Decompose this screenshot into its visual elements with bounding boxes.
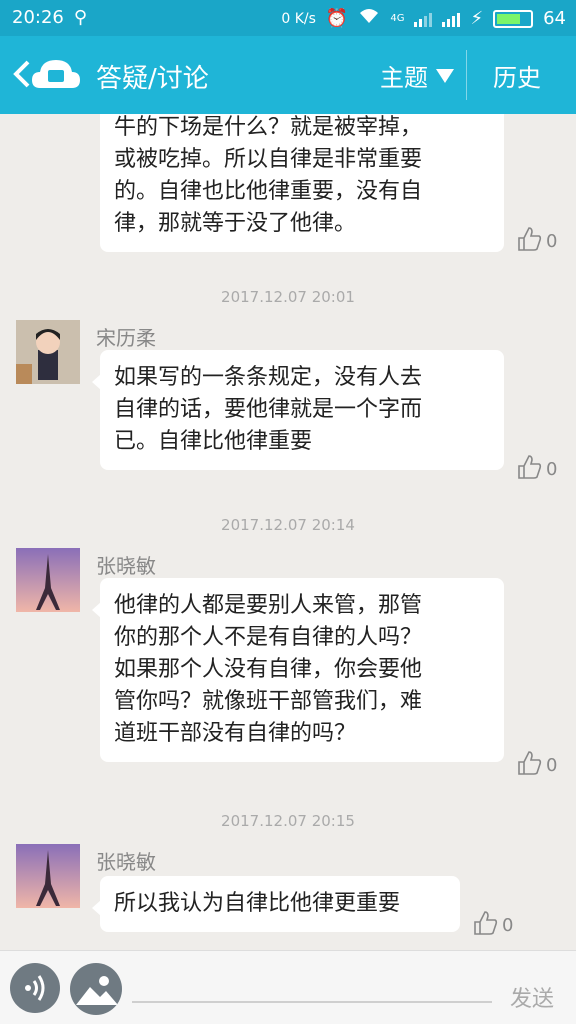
author-name: 张晓敏 [96, 554, 156, 578]
like-button[interactable]: 0 [472, 910, 513, 941]
clock: 20:26 [12, 7, 64, 28]
thumbs-up-icon [516, 750, 542, 781]
cloud-logo-icon [30, 54, 82, 94]
signal-icon-2 [442, 11, 461, 27]
appbar-divider [466, 50, 467, 100]
topic-label: 主题 [380, 64, 428, 92]
message-line: 已。自律比他律重要 [114, 429, 313, 454]
message-line: 或被吃掉。所以自律是非常重要 [114, 147, 423, 172]
alarm-icon: ⏰ [325, 8, 349, 29]
message-bubble: 如果写的一条条规定，没有人去 自律的话，要他律就是一个字而 已。自律比他律重要 [92, 350, 504, 470]
author-name: 张晓敏 [96, 850, 156, 874]
message-line: 他律的人都是要别人来管，那管 [114, 593, 423, 618]
history-button[interactable]: 历史 [493, 58, 541, 93]
page-title: 答疑/讨论 [96, 64, 209, 94]
message-line: 管你吗？就像班干部管我们，难 [114, 689, 423, 714]
battery-level: 64 [543, 8, 566, 29]
voice-button[interactable] [10, 963, 60, 1013]
like-count: 0 [546, 459, 558, 480]
message-bubble: 他律的人都是要别人来管，那管 你的那个人不是有自律的人吗？ 如果那个人没有自律，… [92, 578, 504, 762]
like-count: 0 [546, 231, 558, 252]
message-line: 道班干部没有自律的吗？ [114, 721, 357, 746]
message-input[interactable] [132, 1001, 492, 1003]
image-button[interactable] [70, 963, 122, 1015]
voice-icon [25, 975, 45, 1001]
battery-icon [493, 9, 534, 28]
bubble-tail [92, 602, 101, 618]
message-line: 律，那就等于没了他律。 [114, 211, 357, 236]
charging-icon: ⚡ [470, 8, 484, 29]
like-count: 0 [502, 915, 514, 936]
avatar[interactable] [16, 844, 80, 908]
bubble-tail [92, 900, 101, 916]
message-line: 如果写的一条条规定，没有人去 [114, 365, 423, 390]
message-line: 牛的下场是什么？就是被宰掉， [114, 115, 423, 140]
thumbs-up-icon [472, 910, 498, 941]
chat-list[interactable]: 牛的下场是什么？就是被宰掉， 或被吃掉。所以自律是非常重要 的。自律也比他律重要… [0, 114, 576, 950]
avatar[interactable] [16, 548, 80, 612]
message-line: 自律的话，要他律就是一个字而 [114, 397, 423, 422]
like-button[interactable]: 0 [516, 226, 557, 257]
topic-dropdown[interactable]: 主题 [380, 58, 454, 93]
like-button[interactable]: 0 [516, 750, 557, 781]
triangle-down-icon [436, 68, 454, 83]
message-timestamp: 2017.12.07 20:01 [221, 288, 355, 306]
message-bubble: 牛的下场是什么？就是被宰掉， 或被吃掉。所以自律是非常重要 的。自律也比他律重要… [100, 114, 504, 252]
wifi-icon [358, 7, 380, 30]
message-timestamp: 2017.12.07 20:15 [221, 812, 355, 830]
thumbs-up-icon [516, 454, 542, 485]
like-count: 0 [546, 755, 558, 776]
input-bar: 发送 [0, 950, 576, 1024]
avatar[interactable] [16, 320, 80, 384]
message-line: 的。自律也比他律重要，没有自 [114, 179, 423, 204]
like-button[interactable]: 0 [516, 454, 557, 485]
image-icon [76, 976, 118, 1005]
send-button[interactable]: 发送 [510, 981, 554, 1013]
thumbs-up-icon [516, 226, 542, 257]
message-line: 如果那个人没有自律，你会要他 [114, 657, 423, 682]
network-type: 4G [390, 13, 405, 24]
signal-icon [414, 11, 433, 27]
usb-icon: ⚲ [73, 7, 88, 28]
message-timestamp: 2017.12.07 20:14 [221, 516, 355, 534]
message-line: 所以我认为自律比他律更重要 [114, 891, 401, 916]
status-bar: 20:26 ⚲ 0 K/s ⏰ 4G ⚡ 64 [0, 0, 576, 36]
message-line: 你的那个人不是有自律的人吗？ [114, 625, 423, 650]
app-bar: 答疑/讨论 主题 历史 [0, 36, 576, 114]
bubble-tail [92, 374, 101, 390]
message-bubble: 所以我认为自律比他律更重要 [92, 876, 460, 932]
network-speed: 0 K/s [281, 10, 316, 27]
author-name: 宋历柔 [96, 326, 156, 350]
